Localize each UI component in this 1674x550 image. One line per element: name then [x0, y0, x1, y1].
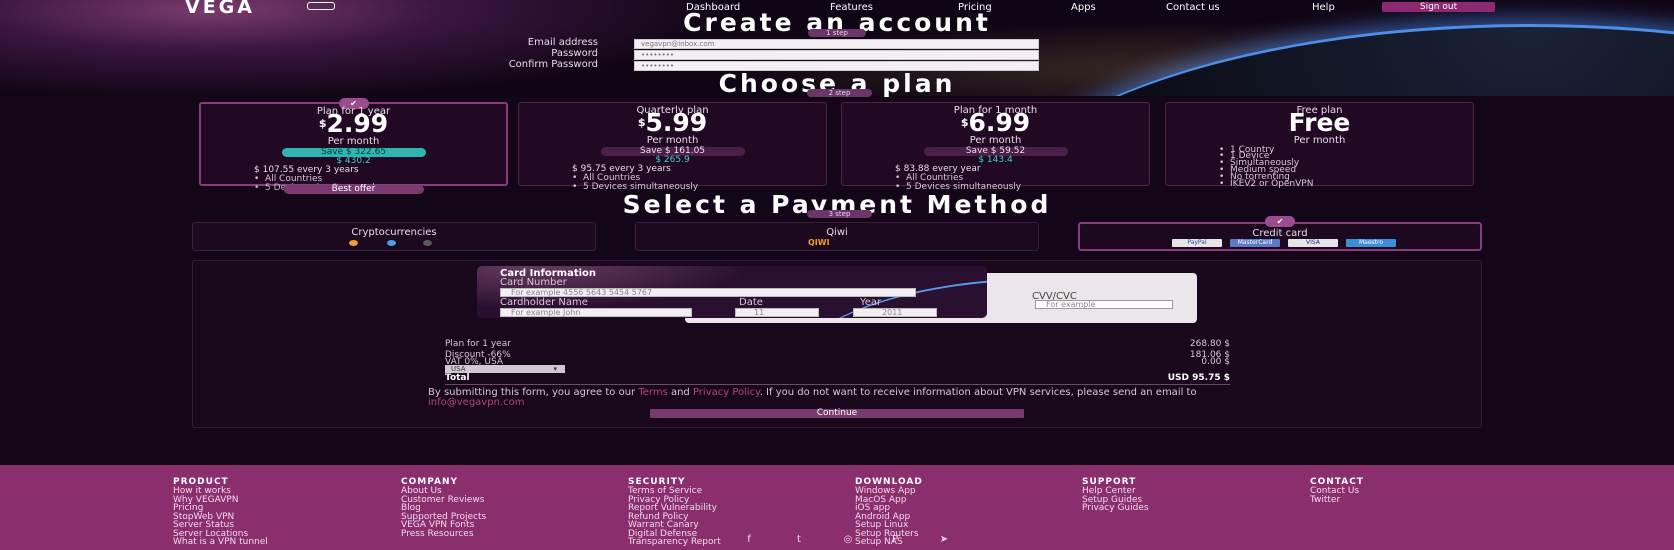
summary-divider — [445, 384, 1230, 385]
summary-plan-row: Plan for 1 year 268.80 $ — [445, 339, 1230, 349]
mastercard-logo: MasterCard — [1230, 239, 1280, 247]
old-price: $ 265.9 — [655, 155, 690, 165]
cvc-input[interactable]: For example — [1035, 300, 1173, 309]
footer-column-support: SUPPORT Help Center Setup Guides Privacy Gu… — [1082, 477, 1282, 513]
payment-label: Qiwi — [826, 227, 848, 238]
payment-qiwi[interactable]: Qiwi QIWI — [635, 222, 1039, 251]
step-2-badge: 2 step — [807, 89, 872, 97]
plan-card-quarterly[interactable]: Quarterly plan $5.99 Per month Save $ 16… — [518, 102, 827, 192]
privacy-link[interactable]: Privacy Policy — [693, 387, 760, 398]
visa-logo: VISA — [1288, 239, 1338, 247]
footer-column-company: COMPANY About Us Customer Reviews Blog Suppo… — [401, 477, 601, 538]
footer-link[interactable]: Press Resources — [401, 529, 601, 539]
plan-per: Per month — [646, 135, 699, 146]
plan-price: Free — [1288, 108, 1351, 137]
telegram-icon[interactable]: ➤ — [932, 535, 956, 545]
email-field[interactable]: vegavpn@inbox.com — [634, 39, 1039, 49]
year-select[interactable]: 2011 — [853, 308, 937, 317]
plan-card-1-month[interactable]: Plan for 1 month $6.99 Per month Save $ … — [841, 102, 1150, 192]
card-front: Card Information Card Number For example… — [477, 266, 987, 318]
payment-crypto[interactable]: Cryptocurrencies — [192, 222, 596, 251]
plan-per: Per month — [327, 136, 380, 147]
footer-link[interactable]: Contact Us — [1310, 487, 1510, 496]
plan-card-free[interactable]: Free plan Free Per month • 1 Country • 1… — [1165, 102, 1474, 189]
pinterest-icon[interactable]: P — [883, 535, 907, 545]
plan-price: $2.99 — [318, 109, 389, 138]
payment-label: Credit card — [1252, 228, 1308, 239]
card-number-input[interactable]: For example 4556 5643 5454 5767 — [500, 288, 916, 297]
plan-price: $5.99 — [637, 108, 708, 137]
ethereum-icon — [423, 240, 432, 246]
old-price: $ 143.4 — [978, 155, 1013, 165]
terms-text: By submitting this form, you agree to ou… — [428, 387, 1197, 408]
step-1-badge: 1 step — [808, 29, 866, 37]
footer-link[interactable]: Twitter — [1310, 495, 1510, 505]
step-3-badge: 3 step — [807, 210, 872, 218]
email-link[interactable]: info@vegavpn.com — [428, 397, 524, 408]
plan-price: $6.99 — [960, 108, 1031, 137]
footer-link[interactable]: Why VEGAVPN — [173, 495, 373, 505]
password-field[interactable]: •••••••• — [634, 50, 1039, 60]
terms-link[interactable]: Terms — [638, 387, 667, 398]
email-label: Email address — [527, 37, 598, 48]
summary-total-row: Total USD 95.75 $ — [445, 373, 1230, 383]
facebook-icon[interactable]: f — [737, 535, 761, 545]
payment-credit-card[interactable]: ✔ Credit card PayPal MasterCard VISA Mae… — [1078, 216, 1482, 251]
year-label: Year — [860, 297, 882, 308]
continue-button[interactable]: Continue — [650, 409, 1024, 418]
footer-link[interactable]: Privacy Guides — [1082, 504, 1282, 513]
footer-column-product: PRODUCT How it works Why VEGAVPN Pricing Sto… — [173, 477, 373, 547]
footer-column-contact: CONTACT Contact Us Twitter — [1310, 477, 1510, 504]
country-select[interactable]: USA ▾ — [445, 365, 565, 373]
confirm-password-label: Confirm Password — [508, 59, 598, 70]
date-label: Date — [739, 297, 763, 308]
footer-link[interactable]: Customer Reviews — [401, 495, 601, 505]
footer-link[interactable]: What is a VPN tunnel — [173, 538, 373, 547]
instagram-icon[interactable]: ◎ — [836, 535, 860, 545]
plan-per: Per month — [1293, 135, 1346, 146]
qiwi-logo: QIWI — [808, 238, 830, 247]
card-number-label: Card Number — [500, 277, 567, 288]
paypal-logo: PayPal — [1172, 239, 1222, 247]
ripple-icon — [387, 240, 396, 246]
month-select[interactable]: 11 — [735, 308, 819, 317]
maestro-logo: Maestro — [1346, 239, 1396, 247]
password-label: Password — [551, 48, 598, 59]
bitcoin-icon — [349, 240, 358, 246]
plan-per: Per month — [969, 135, 1022, 146]
logo-badge — [307, 2, 335, 10]
plan-card-1-year[interactable]: ✔ Plan for 1 year $2.99 Per month Save $… — [199, 98, 508, 194]
payment-label: Cryptocurrencies — [351, 227, 437, 238]
cardholder-input[interactable]: For example John — [500, 308, 692, 317]
twitter-icon[interactable]: t — [787, 535, 811, 545]
selected-check-icon: ✔ — [1265, 216, 1295, 227]
cardholder-label: Cardholder Name — [500, 297, 588, 308]
feature-item: • IKEV2 or OpenVPN — [1219, 179, 1314, 189]
